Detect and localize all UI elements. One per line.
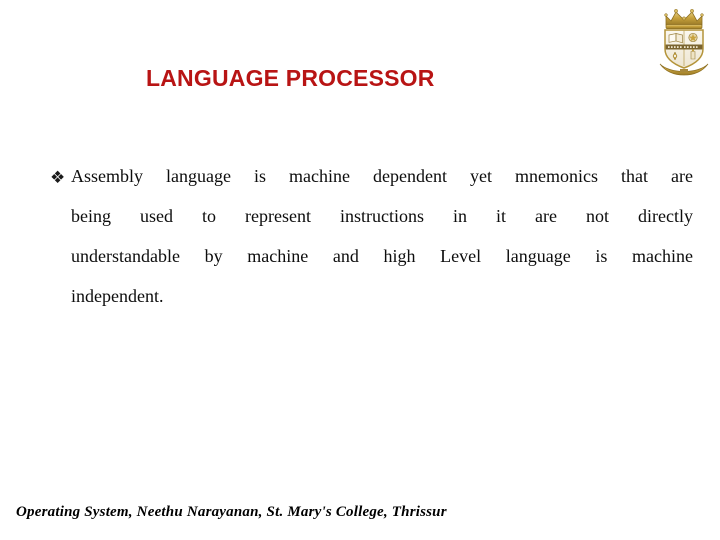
bullet-paragraph: Assembly language is machine dependent y… — [50, 156, 694, 316]
crest-icon — [659, 9, 709, 76]
college-crest-logo — [654, 4, 714, 76]
shield-icon — [664, 29, 704, 69]
paragraph-line: independent. — [71, 286, 164, 306]
bullet-list-item: ❖ Assembly language is machine dependent… — [50, 156, 694, 316]
diamond-bullet-icon: ❖ — [50, 168, 66, 188]
paragraph-line: being used to represent instructions in … — [71, 206, 693, 226]
content-body: ❖ Assembly language is machine dependent… — [50, 156, 694, 316]
torch-charge-icon — [688, 32, 698, 43]
page-title: LANGUAGE PROCESSOR — [146, 65, 435, 91]
slide-canvas: LANGUAGE PROCESSOR ❖ Assembly language i… — [0, 0, 720, 540]
paragraph-line: understandable by machine and high Level… — [71, 246, 693, 266]
slide-footer: Operating System, Neethu Narayanan, St. … — [16, 504, 447, 520]
crown-icon — [664, 9, 704, 30]
paragraph-line: Assembly language is machine dependent y… — [71, 166, 693, 186]
